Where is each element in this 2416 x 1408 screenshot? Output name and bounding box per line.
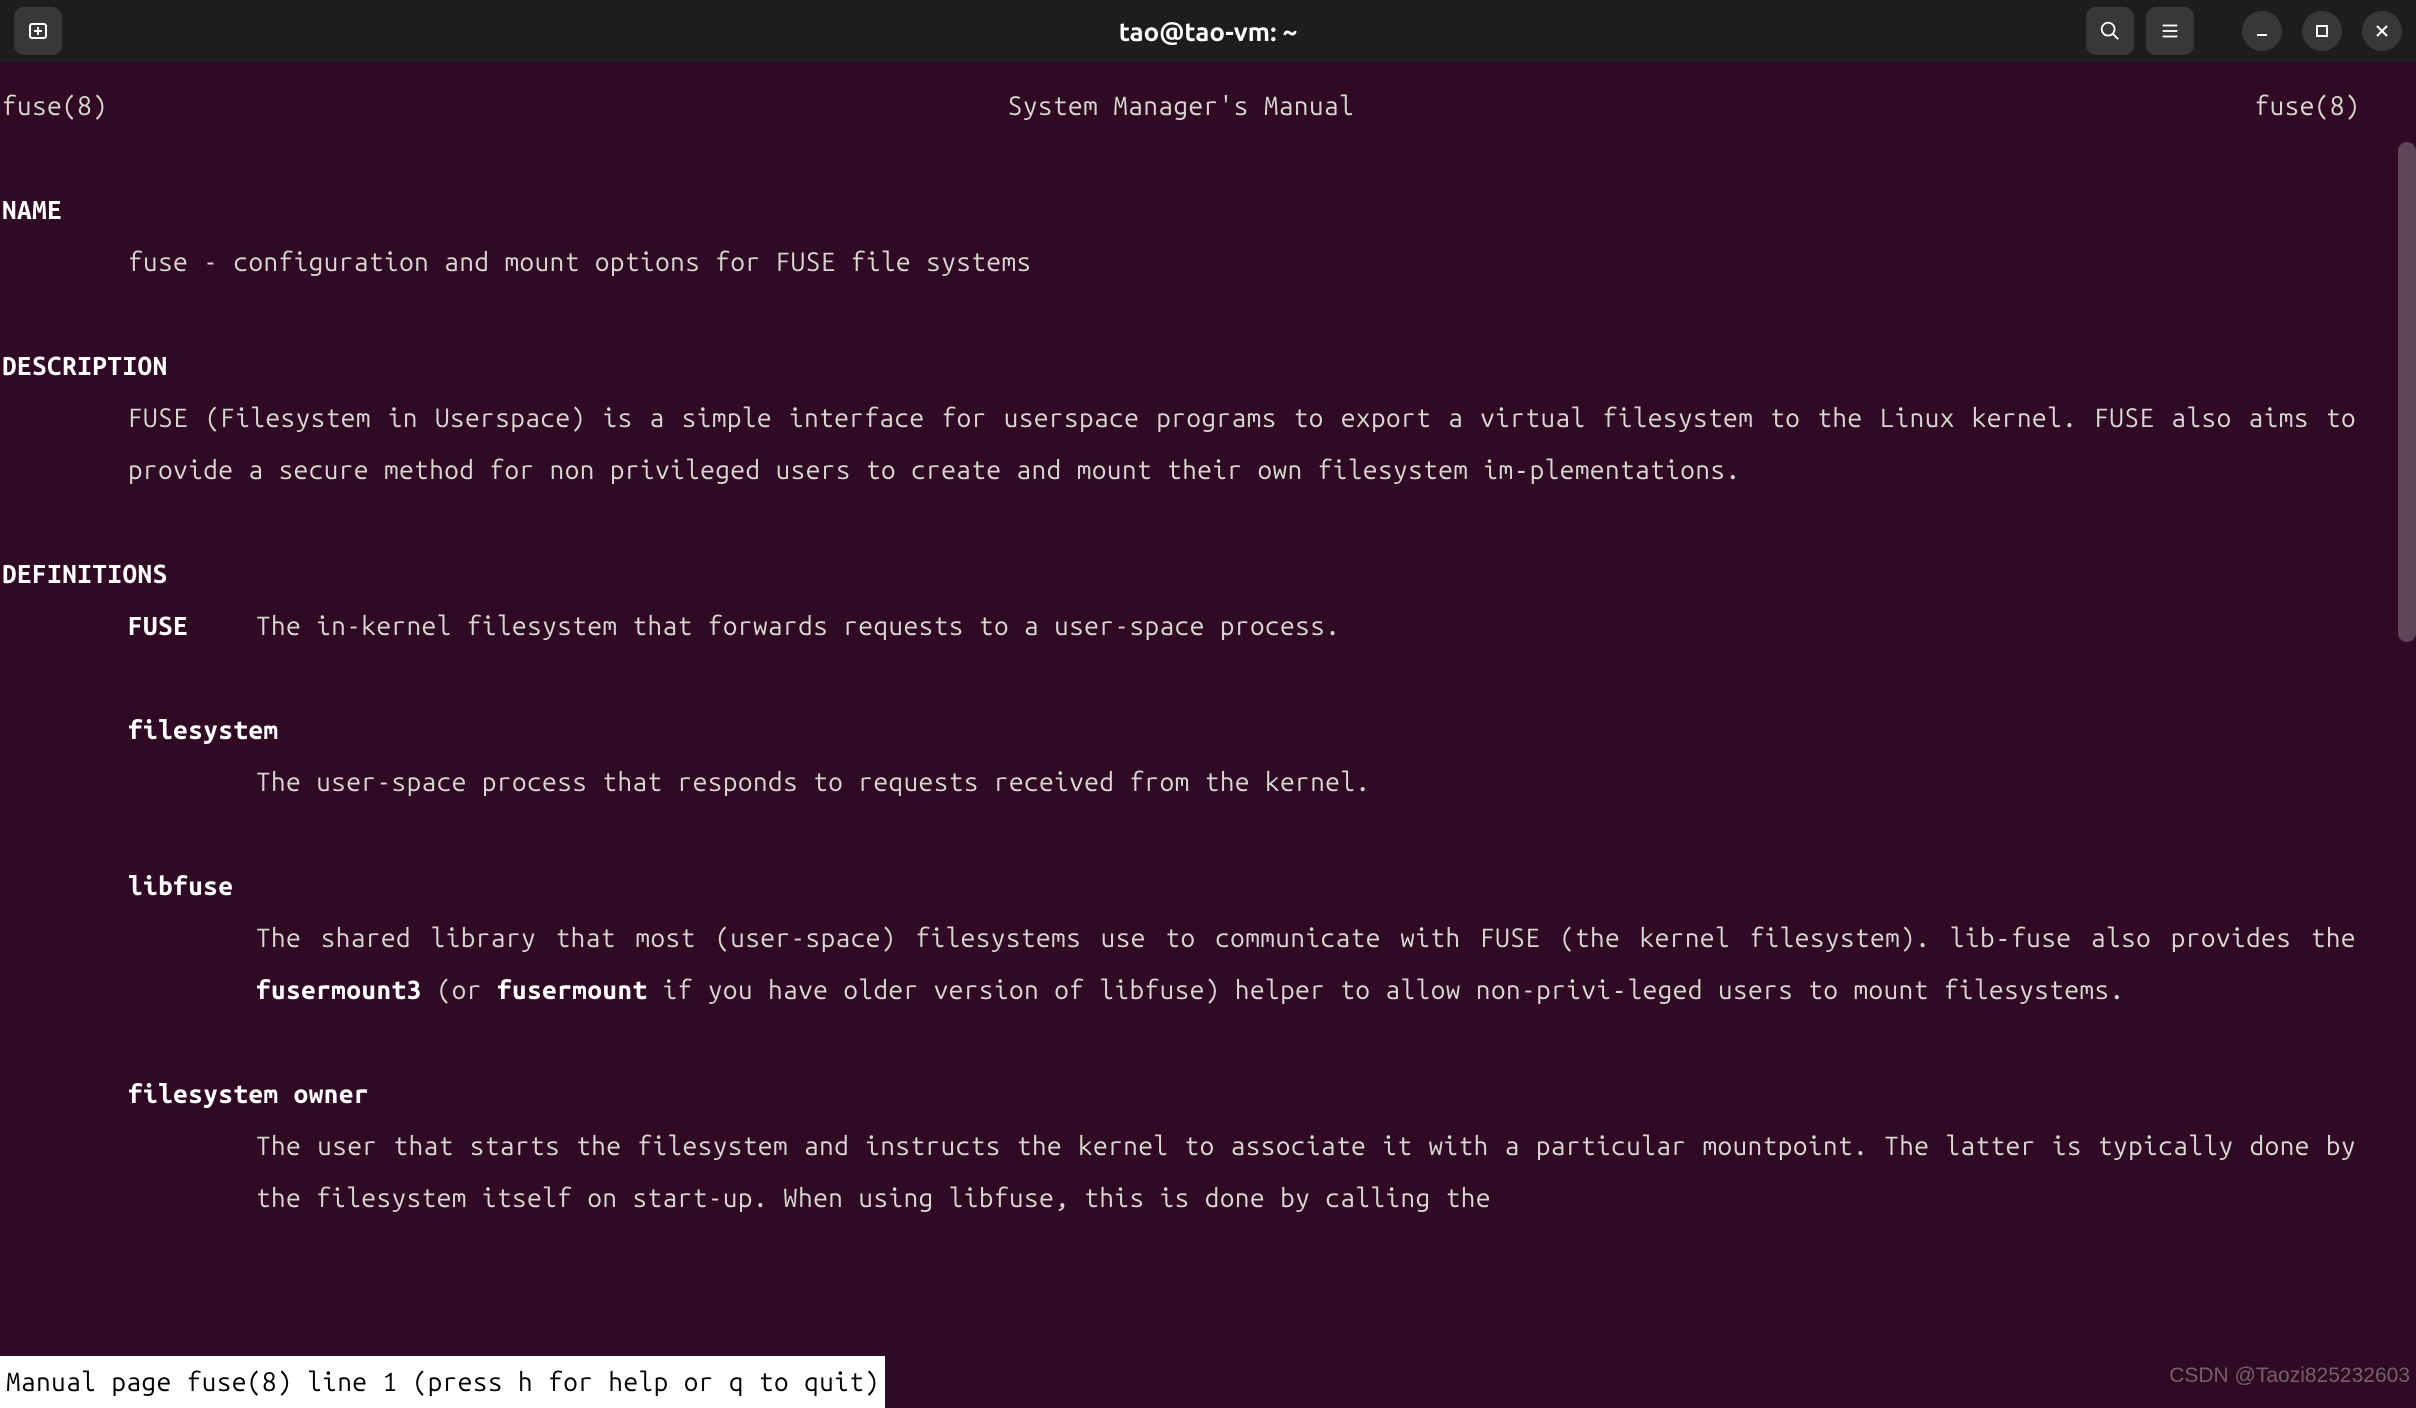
definition-item: FUSE The in-kernel filesystem that forwa… [0,600,2416,652]
definition-term: filesystem owner [0,1068,2416,1120]
window-title: tao@tao-vm: ~ [1119,17,1298,46]
scrollbar[interactable] [2398,142,2416,642]
man-header: fuse(8) System Manager's Manual fuse(8) [0,80,2416,132]
man-header-right: fuse(8) [2255,80,2414,132]
titlebar-left [14,7,62,55]
new-tab-button[interactable] [14,7,62,55]
definition-desc: The user-space process that responds to … [0,756,2416,808]
titlebar-right [2086,7,2402,55]
titlebar: tao@tao-vm: ~ [0,0,2416,62]
minimize-icon [2254,23,2270,39]
definition-desc: The user that starts the filesystem and … [0,1120,2416,1224]
watermark: CSDN @Taozi825232603 [2169,1364,2410,1388]
maximize-button[interactable] [2302,11,2342,51]
definition-term: filesystem [0,704,2416,756]
definition-desc: The in-kernel filesystem that forwards r… [256,600,1340,652]
section-description-text: FUSE (Filesystem in Userspace) is a simp… [0,392,2416,496]
section-definitions-heading: DEFINITIONS [0,548,2416,600]
definition-text: (or [422,975,497,1004]
man-header-left: fuse(8) [2,80,107,132]
menu-button[interactable] [2146,7,2194,55]
window-controls [2236,11,2402,51]
definition-desc: The shared library that most (user-space… [0,912,2416,1016]
close-button[interactable] [2362,11,2402,51]
pager-status-line: Manual page fuse(8) line 1 (press h for … [0,1356,885,1408]
maximize-icon [2314,23,2330,39]
minimize-button[interactable] [2242,11,2282,51]
definition-term: libfuse [0,860,2416,912]
section-name-text: fuse - configuration and mount options f… [0,236,2416,288]
definition-bold: fusermount [497,975,648,1004]
section-name-heading: NAME [0,184,2416,236]
close-icon [2374,23,2390,39]
definition-text: The shared library that most (user-space… [256,923,2356,952]
definition-bold: fusermount3 [256,975,422,1004]
section-description-heading: DESCRIPTION [0,340,2416,392]
search-button[interactable] [2086,7,2134,55]
definition-text: if you have older version of libfuse) he… [648,975,2125,1004]
definition-term: FUSE [128,600,256,652]
search-icon [2099,20,2121,42]
man-header-center: System Manager's Manual [1008,80,1354,132]
hamburger-icon [2159,20,2181,42]
terminal-content[interactable]: fuse(8) System Manager's Manual fuse(8) … [0,80,2416,1408]
new-tab-icon [26,19,50,43]
